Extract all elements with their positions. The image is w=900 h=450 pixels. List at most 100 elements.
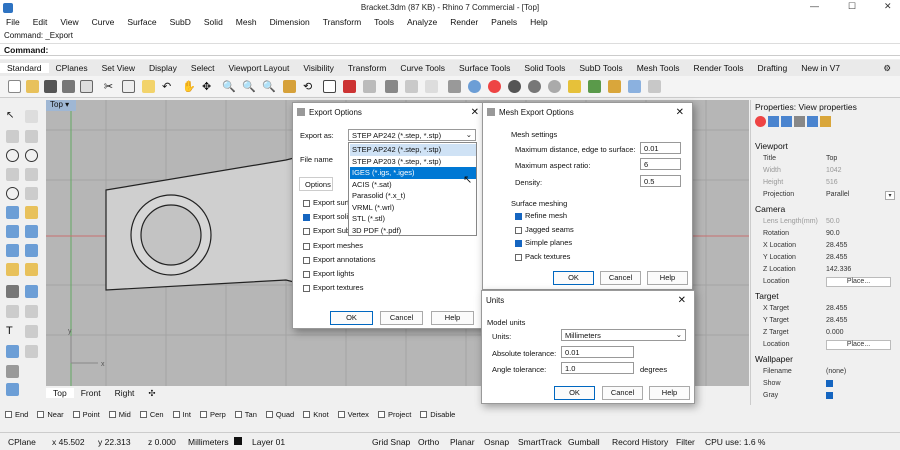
osnap-cen[interactable]: Cen — [139, 410, 164, 419]
tab-display[interactable]: Display — [142, 63, 184, 73]
menu-curve[interactable]: Curve — [86, 15, 122, 29]
gear-icon[interactable]: ⚙ — [876, 63, 898, 74]
hide-icon[interactable] — [425, 80, 438, 93]
block-icon[interactable] — [6, 365, 19, 378]
ok-button[interactable]: OK — [330, 311, 373, 325]
close-icon[interactable]: ✕ — [884, 1, 892, 12]
trim-icon[interactable] — [6, 305, 19, 318]
analyze-icon[interactable] — [6, 345, 19, 358]
menu-solid[interactable]: Solid — [198, 15, 230, 29]
command-line[interactable]: Command: — [0, 43, 900, 56]
fillet-icon[interactable] — [25, 285, 38, 298]
help-button[interactable]: Help — [647, 271, 688, 285]
dimension-icon[interactable] — [25, 325, 38, 338]
cancel-button[interactable]: Cancel — [600, 271, 641, 285]
format-step-ap242[interactable]: STEP AP242 (*.step, *.stp) — [350, 144, 476, 156]
gray-checkbox[interactable] — [826, 392, 833, 399]
freeform-icon[interactable] — [25, 187, 38, 200]
chevron-down-icon[interactable]: ▾ — [885, 191, 895, 200]
density-input[interactable]: 0.5 — [640, 175, 681, 187]
polyline-icon[interactable] — [6, 130, 19, 143]
status-planar[interactable]: Planar — [450, 437, 475, 447]
circle-icon[interactable] — [6, 149, 19, 162]
status-filter[interactable]: Filter — [676, 437, 695, 447]
menu-render[interactable]: Render — [444, 15, 485, 29]
close-icon[interactable]: ✕ — [678, 295, 686, 306]
scale-icon[interactable] — [25, 263, 38, 276]
more-tools-icon[interactable] — [648, 80, 661, 93]
close-icon[interactable]: ✕ — [676, 107, 684, 118]
mesh-icon[interactable] — [6, 244, 19, 257]
pan-icon[interactable]: ✋ — [182, 80, 196, 93]
format-iges[interactable]: IGES (*.igs, *.iges) — [350, 167, 476, 179]
format-parasolid[interactable]: Parasolid (*.x_t) — [350, 190, 476, 202]
paste-icon[interactable] — [142, 80, 155, 93]
group-icon[interactable] — [25, 345, 38, 358]
check-refine-mesh[interactable]: Refine mesh — [515, 211, 567, 220]
check-pack-textures[interactable]: Pack textures — [515, 252, 570, 261]
view-tab-icon[interactable] — [807, 116, 818, 127]
arc-icon[interactable] — [25, 149, 38, 162]
viewport-label[interactable]: Top ▾ — [46, 100, 76, 111]
maximize-icon[interactable]: ☐ — [848, 1, 856, 12]
units-select[interactable]: Millimeters ⌄ — [561, 329, 686, 341]
split-icon[interactable] — [25, 305, 38, 318]
status-smarttrack[interactable]: SmartTrack — [518, 437, 562, 447]
select-arrow-icon[interactable]: ↖ — [6, 110, 19, 123]
curve-icon[interactable] — [25, 130, 38, 143]
osnap-vertex[interactable]: Vertex — [337, 410, 369, 419]
osnap-project[interactable]: Project — [377, 410, 411, 419]
import-icon[interactable] — [80, 80, 93, 93]
absolute-tolerance-input[interactable]: 0.01 — [561, 346, 634, 358]
menu-surface[interactable]: Surface — [121, 15, 163, 29]
select-icon[interactable] — [385, 80, 398, 93]
menu-dimension[interactable]: Dimension — [264, 15, 317, 29]
text-icon[interactable]: T — [6, 325, 19, 338]
move-icon[interactable]: ✥ — [202, 80, 215, 93]
add-viewport-icon[interactable]: ✣ — [141, 388, 162, 399]
menu-help[interactable]: Help — [524, 15, 554, 29]
osnap-mid[interactable]: Mid — [108, 410, 131, 419]
menu-view[interactable]: View — [54, 15, 85, 29]
render-preview-icon[interactable] — [508, 80, 521, 93]
prop-title-value[interactable]: Top — [826, 155, 837, 162]
tab-mesh-tools[interactable]: Mesh Tools — [630, 63, 687, 73]
prop-z-location-value[interactable]: 142.336 — [826, 266, 851, 273]
tab-options[interactable]: Options — [299, 177, 333, 191]
cplane-icon[interactable] — [363, 80, 376, 93]
osnap-perp[interactable]: Perp — [199, 410, 226, 419]
new-file-icon[interactable] — [8, 80, 21, 93]
material-icon[interactable] — [488, 80, 501, 93]
tab-transform[interactable]: Transform — [341, 63, 393, 73]
grid-options-icon[interactable] — [343, 80, 356, 93]
help-button[interactable]: Help — [431, 311, 474, 325]
menu-transform[interactable]: Transform — [317, 15, 368, 29]
light-icon[interactable] — [568, 80, 581, 93]
tab-viewport-layout[interactable]: Viewport Layout — [222, 63, 297, 73]
boolean-icon[interactable] — [6, 285, 19, 298]
status-grid-snap[interactable]: Grid Snap — [372, 437, 410, 447]
help-tool-icon[interactable] — [628, 80, 641, 93]
sphere-icon[interactable] — [25, 225, 38, 238]
prop-filename-value[interactable]: (none) — [826, 368, 846, 375]
menu-edit[interactable]: Edit — [27, 15, 55, 29]
status-ortho[interactable]: Ortho — [418, 437, 439, 447]
tools-icon[interactable] — [608, 80, 621, 93]
surface-icon[interactable] — [6, 206, 19, 219]
osnap-point[interactable]: Point — [72, 410, 100, 419]
target-place-button[interactable]: Place... — [826, 340, 891, 350]
format-acis[interactable]: ACIS (*.sat) — [350, 179, 476, 191]
max-aspect-input[interactable]: 6 — [640, 158, 681, 170]
check-jagged-seams[interactable]: Jagged seams — [515, 225, 574, 234]
check-export-meshes[interactable]: Export meshes — [303, 241, 363, 250]
status-gumball[interactable]: Gumball — [568, 437, 600, 447]
layer-icon[interactable] — [468, 80, 481, 93]
check-export-textures[interactable]: Export textures — [303, 283, 363, 292]
viewport-tab-right[interactable]: Right — [108, 388, 142, 398]
tab-curve-tools[interactable]: Curve Tools — [393, 63, 452, 73]
decal-tab-icon[interactable] — [820, 116, 831, 127]
save-icon[interactable] — [44, 80, 57, 93]
light-tab-icon[interactable] — [781, 116, 792, 127]
menu-analyze[interactable]: Analyze — [401, 15, 444, 29]
ok-button[interactable]: OK — [553, 271, 594, 285]
